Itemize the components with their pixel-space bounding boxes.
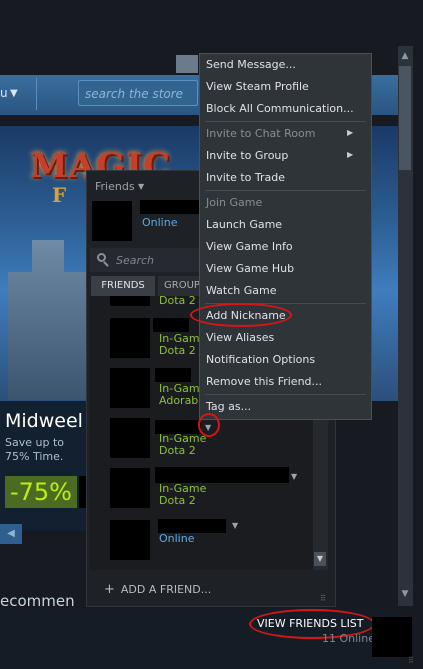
promo-description: Save up to 75% Time.	[5, 436, 64, 463]
avatar[interactable]	[372, 617, 412, 657]
annotation-ring-add-nickname	[190, 303, 292, 327]
submenu-arrow-icon: ▶	[347, 128, 354, 137]
self-name-redacted	[140, 200, 200, 214]
menu-item-send-message[interactable]: Send Message...	[206, 58, 296, 71]
friend-name-redacted	[155, 368, 191, 382]
menu-item-launch-game[interactable]: Launch Game	[206, 218, 282, 231]
scroll-up-icon[interactable]: ▲	[398, 48, 412, 64]
store-nav-dropdown[interactable]: u ▼	[0, 78, 37, 110]
chevron-down-icon: ▼	[10, 88, 18, 99]
menu-separator	[205, 121, 366, 122]
friend-status-game: Dota 2	[159, 294, 196, 307]
nav-dropdown-label: u	[0, 86, 8, 100]
menu-item-invite-chat-room: Invite to Chat Room	[206, 127, 316, 140]
store-search-input[interactable]: search the store	[78, 80, 198, 106]
carousel-prev-button[interactable]: ◀	[0, 524, 22, 544]
self-status[interactable]: Online	[142, 216, 177, 229]
friend-name-redacted	[158, 519, 226, 533]
scrollbar-thumb[interactable]	[399, 66, 411, 170]
menu-separator	[205, 394, 366, 395]
annotation-ring-chevron	[198, 413, 220, 437]
friend-name-redacted	[155, 467, 289, 483]
store-header	[0, 0, 400, 46]
menu-separator	[205, 190, 366, 191]
menu-item-view-game-hub[interactable]: View Game Hub	[206, 262, 294, 275]
avatar[interactable]	[110, 418, 150, 458]
tab-groups[interactable]: GROUPS	[158, 276, 200, 296]
friend-name-redacted	[153, 318, 189, 332]
store-header-button[interactable]	[176, 55, 198, 73]
online-count: 11 Online	[322, 632, 375, 645]
menu-item-view-aliases[interactable]: View Aliases	[206, 331, 274, 344]
recommended-heading: ecommen	[0, 592, 75, 610]
hero-game-logo-sub: F	[52, 183, 67, 207]
avatar[interactable]	[110, 468, 150, 508]
add-friend-label: ADD A FRIEND...	[120, 583, 212, 596]
friend-status-game: Dota 2	[159, 444, 196, 457]
friends-search-input[interactable]: Search	[116, 254, 154, 267]
promo-title: Midweel	[5, 410, 83, 432]
resize-grip-icon[interactable]: ⠿	[320, 594, 326, 603]
friend-status: Online	[159, 532, 195, 545]
menu-item-join-game: Join Game	[206, 196, 263, 209]
menu-item-tag-as[interactable]: Tag as...	[206, 400, 251, 413]
menu-item-remove-friend[interactable]: Remove this Friend...	[206, 375, 322, 388]
avatar[interactable]	[110, 296, 150, 306]
menu-item-notification-options[interactable]: Notification Options	[206, 353, 315, 366]
resize-grip-icon[interactable]: ⠿	[408, 656, 414, 665]
avatar[interactable]	[110, 368, 150, 408]
friend-options-chevron-icon[interactable]: ▼	[291, 472, 297, 481]
friend-status-game: Adorabl	[159, 394, 202, 407]
friend-status-game: Dota 2	[159, 494, 196, 507]
view-friends-list-button[interactable]: VIEW FRIENDS LIST	[257, 617, 364, 630]
discount-badge[interactable]: -75%	[5, 476, 77, 508]
menu-item-view-game-info[interactable]: View Game Info	[206, 240, 293, 253]
scroll-down-icon[interactable]: ▼	[398, 586, 412, 602]
avatar[interactable]	[92, 201, 132, 241]
friends-title[interactable]: Friends	[95, 180, 135, 193]
menu-item-view-profile[interactable]: View Steam Profile	[206, 80, 309, 93]
chevron-down-icon[interactable]: ▼	[138, 182, 144, 191]
avatar[interactable]	[110, 318, 150, 358]
menu-item-invite-trade[interactable]: Invite to Trade	[206, 171, 285, 184]
menu-item-invite-group[interactable]: Invite to Group	[206, 149, 288, 162]
avatar[interactable]	[110, 520, 150, 560]
menu-item-block-communication[interactable]: Block All Communication...	[206, 102, 354, 115]
menu-item-watch-game[interactable]: Watch Game	[206, 284, 277, 297]
friend-status-game: Dota 2	[159, 344, 196, 357]
add-friend-button[interactable]: + ADD A FRIEND...	[104, 582, 211, 597]
submenu-arrow-icon: ▶	[347, 150, 354, 159]
scroll-down-icon[interactable]: ▼	[314, 552, 326, 566]
plus-icon: +	[104, 582, 115, 597]
friend-options-chevron-icon[interactable]: ▼	[232, 521, 238, 530]
tab-friends[interactable]: FRIENDS	[91, 276, 155, 296]
